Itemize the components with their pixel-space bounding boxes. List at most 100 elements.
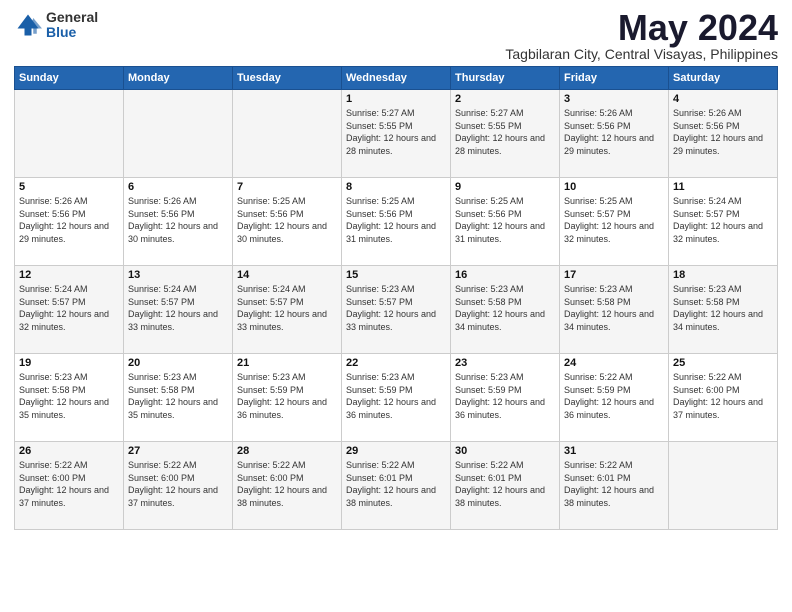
- week-row-3: 19 Sunrise: 5:23 AMSunset: 5:58 PMDayligh…: [15, 354, 778, 442]
- page: General Blue May 2024 Tagbilaran City, C…: [0, 0, 792, 612]
- day-number: 22: [346, 357, 446, 369]
- day-header-monday: Monday: [124, 67, 233, 90]
- week-row-2: 12 Sunrise: 5:24 AMSunset: 5:57 PMDayligh…: [15, 266, 778, 354]
- calendar-cell: 11Sunrise: 5:24 AMSunset: 5:57 PMDayligh…: [669, 178, 778, 266]
- day-number: 31: [564, 445, 664, 457]
- day-info: Sunrise: 5:22 AMSunset: 6:00 PMDaylight:…: [19, 459, 119, 509]
- title-area: May 2024 Tagbilaran City, Central Visaya…: [505, 10, 778, 62]
- day-info: Sunrise: 5:24 AMSunset: 5:57 PMDaylight:…: [673, 195, 773, 245]
- day-number: 15: [346, 269, 446, 281]
- day-info: Sunrise: 5:26 AMSunset: 5:56 PMDaylight:…: [128, 195, 228, 245]
- calendar-cell: 20 Sunrise: 5:23 AMSunset: 5:58 PMDayligh…: [124, 354, 233, 442]
- calendar-cell: 31 Sunrise: 5:22 AMSunset: 6:01 PMDayligh…: [560, 442, 669, 530]
- day-header-thursday: Thursday: [451, 67, 560, 90]
- day-info: Sunrise: 5:23 AMSunset: 5:58 PMDaylight:…: [19, 371, 119, 421]
- calendar-cell: 2 Sunrise: 5:27 AMSunset: 5:55 PMDaylight…: [451, 90, 560, 178]
- day-info: Sunrise: 5:25 AMSunset: 5:56 PMDaylight:…: [346, 195, 446, 245]
- calendar-cell: 14 Sunrise: 5:24 AMSunset: 5:57 PMDayligh…: [233, 266, 342, 354]
- day-number: 1: [346, 93, 446, 105]
- calendar-cell: 16Sunrise: 5:23 AMSunset: 5:58 PMDayligh…: [451, 266, 560, 354]
- logo-general: General: [46, 10, 98, 25]
- calendar-cell: 27Sunrise: 5:22 AMSunset: 6:00 PMDayligh…: [124, 442, 233, 530]
- day-info: Sunrise: 5:25 AMSunset: 5:56 PMDaylight:…: [237, 195, 337, 245]
- day-number: 30: [455, 445, 555, 457]
- day-info: Sunrise: 5:23 AMSunset: 5:58 PMDaylight:…: [564, 283, 664, 333]
- calendar-cell: 1 Sunrise: 5:27 AMSunset: 5:55 PMDaylight…: [342, 90, 451, 178]
- logo-blue: Blue: [46, 25, 98, 40]
- day-info: Sunrise: 5:25 AMSunset: 5:57 PMDaylight:…: [564, 195, 664, 245]
- calendar-header: SundayMondayTuesdayWednesdayThursdayFrid…: [15, 67, 778, 90]
- month-title: May 2024: [505, 10, 778, 46]
- day-info: Sunrise: 5:22 AMSunset: 6:01 PMDaylight:…: [564, 459, 664, 509]
- day-info: Sunrise: 5:22 AMSunset: 6:01 PMDaylight:…: [346, 459, 446, 509]
- day-info: Sunrise: 5:24 AMSunset: 5:57 PMDaylight:…: [19, 283, 119, 333]
- day-info: Sunrise: 5:24 AMSunset: 5:57 PMDaylight:…: [128, 283, 228, 333]
- day-number: 6: [128, 181, 228, 193]
- day-header-wednesday: Wednesday: [342, 67, 451, 90]
- day-info: Sunrise: 5:23 AMSunset: 5:59 PMDaylight:…: [346, 371, 446, 421]
- logo-icon: [14, 11, 42, 39]
- calendar: SundayMondayTuesdayWednesdayThursdayFrid…: [14, 66, 778, 530]
- day-info: Sunrise: 5:26 AMSunset: 5:56 PMDaylight:…: [564, 107, 664, 157]
- day-header-sunday: Sunday: [15, 67, 124, 90]
- day-info: Sunrise: 5:26 AMSunset: 5:56 PMDaylight:…: [673, 107, 773, 157]
- calendar-cell: 13 Sunrise: 5:24 AMSunset: 5:57 PMDayligh…: [124, 266, 233, 354]
- calendar-cell: 7 Sunrise: 5:25 AMSunset: 5:56 PMDaylight…: [233, 178, 342, 266]
- day-info: Sunrise: 5:23 AMSunset: 5:58 PMDaylight:…: [673, 283, 773, 333]
- day-number: 26: [19, 445, 119, 457]
- calendar-cell: 28Sunrise: 5:22 AMSunset: 6:00 PMDayligh…: [233, 442, 342, 530]
- day-number: 12: [19, 269, 119, 281]
- day-number: 13: [128, 269, 228, 281]
- day-header-saturday: Saturday: [669, 67, 778, 90]
- day-number: 14: [237, 269, 337, 281]
- calendar-cell: 23Sunrise: 5:23 AMSunset: 5:59 PMDayligh…: [451, 354, 560, 442]
- calendar-cell: [669, 442, 778, 530]
- calendar-cell: 10 Sunrise: 5:25 AMSunset: 5:57 PMDayligh…: [560, 178, 669, 266]
- calendar-cell: 9Sunrise: 5:25 AMSunset: 5:56 PMDaylight…: [451, 178, 560, 266]
- calendar-cell: [233, 90, 342, 178]
- calendar-cell: 18 Sunrise: 5:23 AMSunset: 5:58 PMDayligh…: [669, 266, 778, 354]
- day-info: Sunrise: 5:23 AMSunset: 5:58 PMDaylight:…: [128, 371, 228, 421]
- day-number: 27: [128, 445, 228, 457]
- day-number: 18: [673, 269, 773, 281]
- header-row: SundayMondayTuesdayWednesdayThursdayFrid…: [15, 67, 778, 90]
- day-number: 25: [673, 357, 773, 369]
- day-info: Sunrise: 5:27 AMSunset: 5:55 PMDaylight:…: [346, 107, 446, 157]
- day-info: Sunrise: 5:22 AMSunset: 5:59 PMDaylight:…: [564, 371, 664, 421]
- week-row-4: 26 Sunrise: 5:22 AMSunset: 6:00 PMDayligh…: [15, 442, 778, 530]
- day-number: 8: [346, 181, 446, 193]
- day-info: Sunrise: 5:22 AMSunset: 6:00 PMDaylight:…: [673, 371, 773, 421]
- calendar-cell: 12 Sunrise: 5:24 AMSunset: 5:57 PMDayligh…: [15, 266, 124, 354]
- day-number: 10: [564, 181, 664, 193]
- calendar-cell: 29 Sunrise: 5:22 AMSunset: 6:01 PMDayligh…: [342, 442, 451, 530]
- calendar-cell: 30Sunrise: 5:22 AMSunset: 6:01 PMDayligh…: [451, 442, 560, 530]
- day-number: 21: [237, 357, 337, 369]
- calendar-cell: 6 Sunrise: 5:26 AMSunset: 5:56 PMDaylight…: [124, 178, 233, 266]
- day-info: Sunrise: 5:24 AMSunset: 5:57 PMDaylight:…: [237, 283, 337, 333]
- day-number: 19: [19, 357, 119, 369]
- day-header-friday: Friday: [560, 67, 669, 90]
- calendar-cell: 3Sunrise: 5:26 AMSunset: 5:56 PMDaylight…: [560, 90, 669, 178]
- day-header-tuesday: Tuesday: [233, 67, 342, 90]
- day-number: 7: [237, 181, 337, 193]
- day-number: 4: [673, 93, 773, 105]
- calendar-cell: 19 Sunrise: 5:23 AMSunset: 5:58 PMDayligh…: [15, 354, 124, 442]
- calendar-cell: 26 Sunrise: 5:22 AMSunset: 6:00 PMDayligh…: [15, 442, 124, 530]
- calendar-cell: 8 Sunrise: 5:25 AMSunset: 5:56 PMDaylight…: [342, 178, 451, 266]
- calendar-cell: 15Sunrise: 5:23 AMSunset: 5:57 PMDayligh…: [342, 266, 451, 354]
- header: General Blue May 2024 Tagbilaran City, C…: [14, 10, 778, 62]
- calendar-cell: 4 Sunrise: 5:26 AMSunset: 5:56 PMDaylight…: [669, 90, 778, 178]
- day-number: 24: [564, 357, 664, 369]
- day-number: 2: [455, 93, 555, 105]
- day-info: Sunrise: 5:23 AMSunset: 5:59 PMDaylight:…: [237, 371, 337, 421]
- day-number: 17: [564, 269, 664, 281]
- day-number: 29: [346, 445, 446, 457]
- day-number: 5: [19, 181, 119, 193]
- day-info: Sunrise: 5:26 AMSunset: 5:56 PMDaylight:…: [19, 195, 119, 245]
- calendar-cell: [124, 90, 233, 178]
- day-number: 20: [128, 357, 228, 369]
- day-info: Sunrise: 5:27 AMSunset: 5:55 PMDaylight:…: [455, 107, 555, 157]
- calendar-cell: 17 Sunrise: 5:23 AMSunset: 5:58 PMDayligh…: [560, 266, 669, 354]
- calendar-cell: [15, 90, 124, 178]
- day-number: 23: [455, 357, 555, 369]
